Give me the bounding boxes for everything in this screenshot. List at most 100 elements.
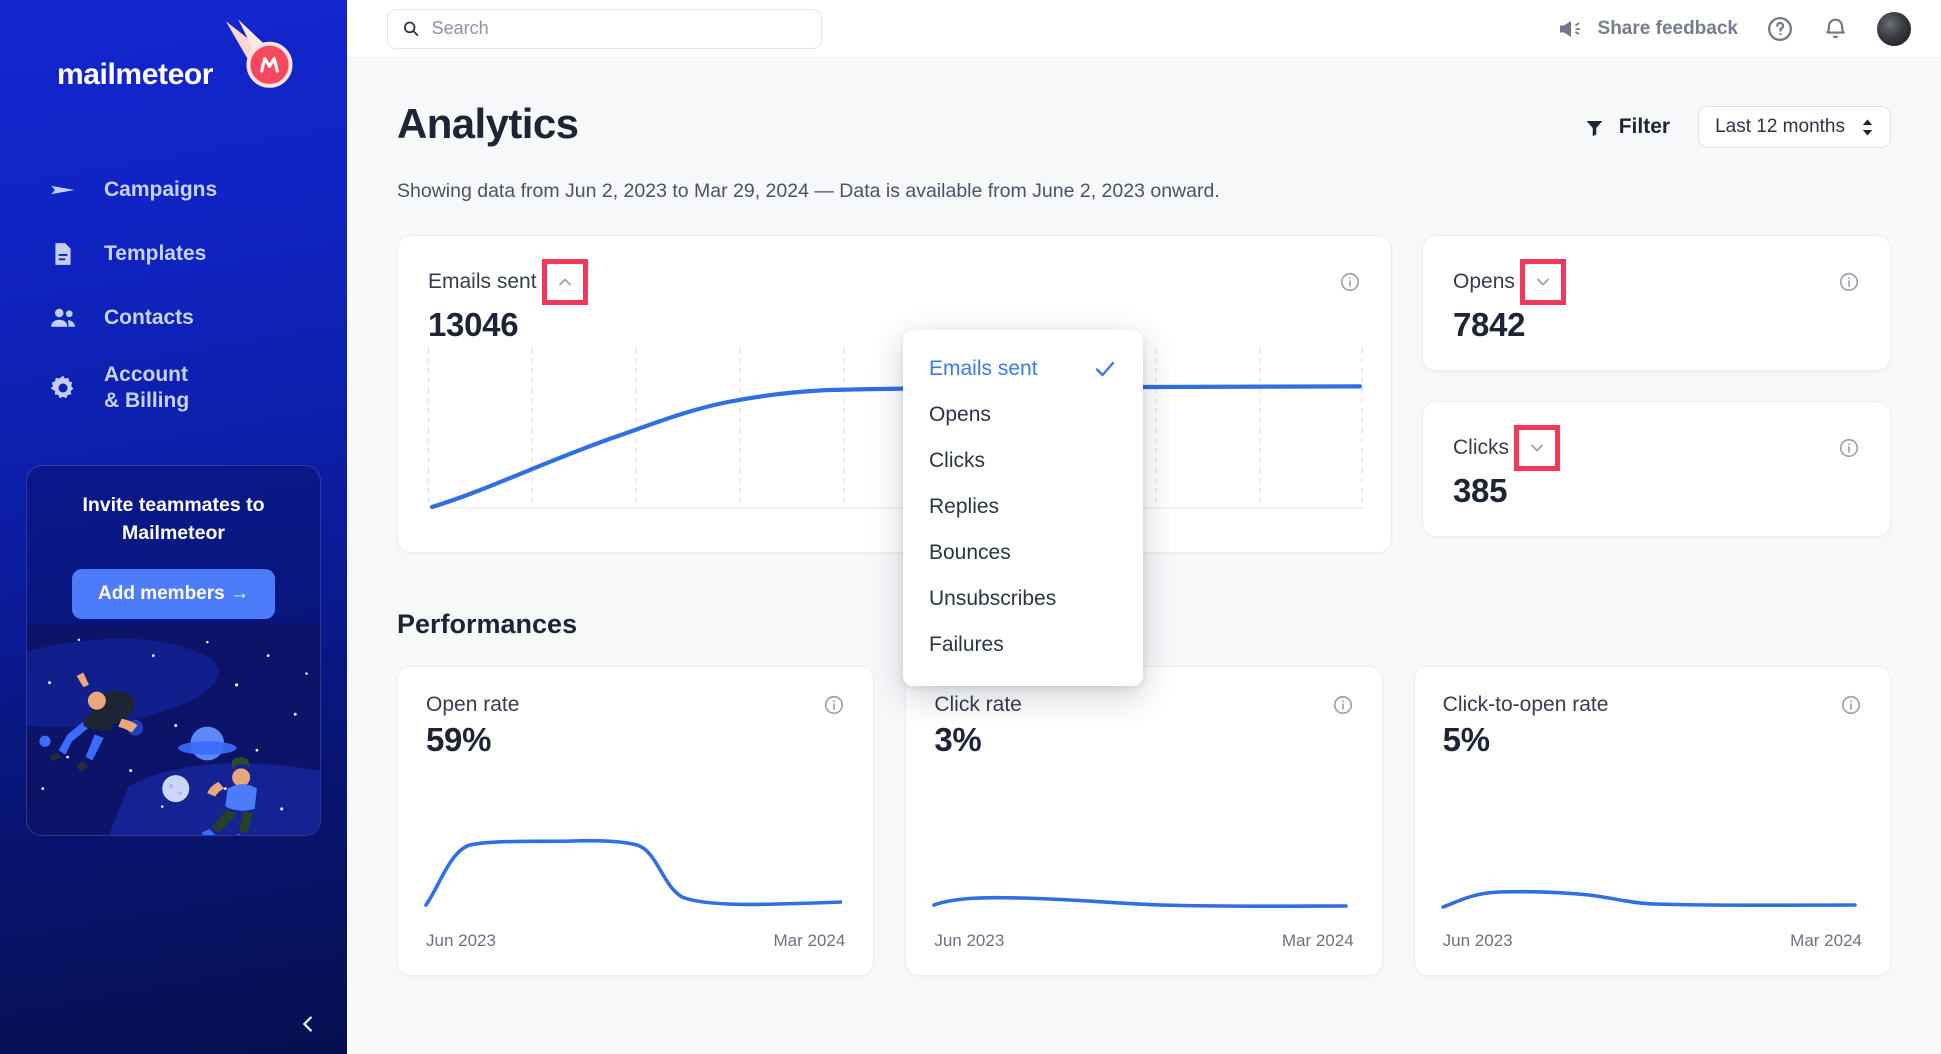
card-header: Open rate xyxy=(426,693,845,717)
sidebar-item-contacts[interactable]: Contacts xyxy=(0,286,347,350)
opens-metric-selector[interactable] xyxy=(1519,259,1566,305)
people-icon xyxy=(48,303,78,333)
info-circle-icon[interactable] xyxy=(1838,271,1860,293)
up-down-chevron-icon xyxy=(1862,118,1873,136)
click-rate-value: 3% xyxy=(934,721,982,758)
card-header: Clicks xyxy=(1453,425,1860,471)
sidebar-collapse-button[interactable] xyxy=(0,994,347,1054)
chevron-down-icon xyxy=(1531,444,1543,452)
emails-sent-metric-selector[interactable] xyxy=(541,259,588,305)
chart-x-axis: Jun 2023 Mar 2024 xyxy=(426,931,845,951)
emails-sent-chart xyxy=(428,348,1363,510)
dropdown-item-label: Replies xyxy=(929,495,1000,518)
clicks-metric-selector[interactable] xyxy=(1514,425,1560,471)
data-range-subtitle: Showing data from Jun 2, 2023 to Mar 29,… xyxy=(397,180,1220,202)
brand[interactable]: mailmeteor xyxy=(0,0,347,150)
clicks-card: Clicks 385 xyxy=(1422,401,1891,537)
x-axis-end: Mar 2024 xyxy=(1790,931,1862,950)
dropdown-item-opens[interactable]: Opens xyxy=(903,392,1143,438)
sidebar-item-templates[interactable]: Templates xyxy=(0,222,347,286)
x-axis-start: Jun 2023 xyxy=(426,931,496,950)
card-header: Emails sent xyxy=(428,259,1361,305)
dropdown-item-failures[interactable]: Failures xyxy=(903,622,1143,668)
info-circle-icon[interactable] xyxy=(1332,694,1354,716)
chart-gridlines xyxy=(428,348,1363,508)
dropdown-item-label: Clicks xyxy=(929,449,985,472)
check-icon xyxy=(1095,361,1115,377)
search-box[interactable] xyxy=(387,8,822,49)
chart-x-axis: Jun 2023 Mar 2024 xyxy=(1443,931,1862,951)
invite-title-line1: Invite teammates to xyxy=(82,493,265,516)
share-feedback-button[interactable]: Share feedback xyxy=(1558,18,1738,40)
question-circle-icon[interactable] xyxy=(1766,15,1794,43)
dropdown-item-clicks[interactable]: Clicks xyxy=(903,438,1143,484)
dropdown-item-emails-sent[interactable]: Emails sent xyxy=(903,346,1143,392)
invite-title-line2: Mailmeteor xyxy=(122,521,225,544)
open-rate-value: 59% xyxy=(426,721,492,758)
metric-dropdown-menu: Emails sent Opens Clicks Replies Bounces… xyxy=(903,330,1143,686)
dropdown-item-label: Bounces xyxy=(929,541,1011,564)
page-header-actions: Filter Last 12 months xyxy=(1584,106,1891,148)
click-to-open-rate-label: Click-to-open rate xyxy=(1442,693,1609,716)
dropdown-item-label: Emails sent xyxy=(929,357,1038,380)
page-header: Analytics Filter Last 12 months xyxy=(397,100,1891,148)
invite-teammates-card: Invite teammates to Mailmeteor Add membe… xyxy=(26,464,321,837)
click-rate-chart xyxy=(932,895,1349,909)
brand-name: mailmeteor xyxy=(57,58,214,91)
dropdown-item-replies[interactable]: Replies xyxy=(903,484,1143,530)
info-circle-icon[interactable] xyxy=(1339,271,1361,293)
avatar[interactable] xyxy=(1877,11,1911,46)
sidebar: mailmeteor Campaigns Templates Contacts … xyxy=(0,0,347,1054)
gear-icon xyxy=(48,373,78,403)
sidebar-item-account-billing[interactable]: Account & Billing xyxy=(0,350,347,427)
metric-cards-row: Emails sent 13046 Opens 7842 Clicks 385 xyxy=(397,235,1891,553)
chart-line xyxy=(1440,889,1857,909)
sidebar-item-campaigns[interactable]: Campaigns xyxy=(0,158,347,222)
card-header: Click rate xyxy=(934,693,1353,717)
date-range-value: Last 12 months xyxy=(1715,116,1845,137)
sidebar-item-label: Templates xyxy=(104,241,207,265)
app-root: mailmeteor Campaigns Templates Contacts … xyxy=(0,0,1941,1054)
emails-sent-value: 13046 xyxy=(428,306,519,343)
filter-button[interactable]: Filter xyxy=(1584,115,1670,139)
document-icon xyxy=(48,239,78,269)
click-to-open-rate-chart xyxy=(1440,889,1857,909)
dropdown-item-unsubscribes[interactable]: Unsubscribes xyxy=(903,576,1143,622)
search-icon xyxy=(403,21,419,36)
paper-plane-icon xyxy=(48,175,78,205)
bell-icon[interactable] xyxy=(1822,15,1849,42)
open-rate-card: Open rate 59% Jun 2023 Mar 2024 xyxy=(397,666,875,976)
emails-sent-label: Emails sent xyxy=(428,270,537,293)
chart-x-axis: Jun 2023 Mar 2024 xyxy=(934,931,1353,951)
funnel-icon xyxy=(1586,120,1603,136)
side-metric-cards: Opens 7842 Clicks 385 xyxy=(1422,235,1891,537)
dropdown-item-label: Opens xyxy=(929,403,991,426)
click-rate-card: Click rate 3% Jun 2023 Mar 2024 xyxy=(905,666,1383,976)
info-circle-icon[interactable] xyxy=(1838,437,1860,459)
add-members-button[interactable]: Add members → xyxy=(72,569,275,620)
date-range-select[interactable]: Last 12 months xyxy=(1698,106,1891,148)
opens-value: 7842 xyxy=(1453,306,1526,343)
megaphone-icon xyxy=(1559,20,1580,37)
sidebar-item-label: Account & Billing xyxy=(104,362,189,415)
chart-line xyxy=(424,838,842,907)
sidebar-item-label: Contacts xyxy=(104,305,194,329)
info-circle-icon[interactable] xyxy=(823,694,845,716)
chart-line xyxy=(932,895,1349,909)
x-axis-start: Jun 2023 xyxy=(934,931,1005,950)
dropdown-item-label: Failures xyxy=(929,633,1004,656)
search-input[interactable] xyxy=(431,18,807,39)
invite-title: Invite teammates to Mailmeteor xyxy=(27,492,320,547)
performance-cards-row: Open rate 59% Jun 2023 Mar 2024 Click ra… xyxy=(397,666,1891,976)
x-axis-end: Mar 2024 xyxy=(1281,931,1354,950)
dropdown-item-bounces[interactable]: Bounces xyxy=(903,530,1143,576)
card-header: Click-to-open rate xyxy=(1443,693,1862,717)
info-circle-icon[interactable] xyxy=(1840,694,1862,716)
chevron-left-icon xyxy=(303,1016,312,1032)
share-feedback-label: Share feedback xyxy=(1597,17,1738,39)
emails-sent-card: Emails sent 13046 xyxy=(397,235,1392,553)
open-rate-chart xyxy=(424,838,842,907)
sidebar-item-label: Campaigns xyxy=(104,177,218,201)
topbar: Share feedback xyxy=(347,0,1941,58)
main-area: Share feedback Analytics xyxy=(347,0,1941,1054)
